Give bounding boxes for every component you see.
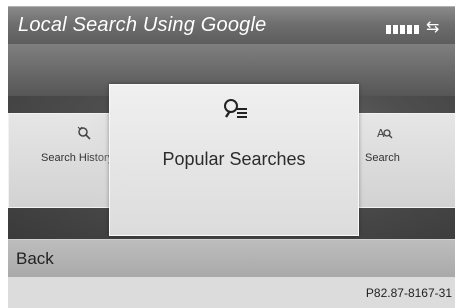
page-title: Local Search Using Google: [18, 14, 267, 36]
signal-strength-icon: [386, 25, 420, 34]
menu-item-label: Search: [365, 152, 400, 164]
back-button[interactable]: Back: [8, 239, 455, 278]
menu-item-label: Popular Searches: [162, 149, 306, 169]
search-icon: A: [377, 126, 393, 144]
reference-strip: P82.87-8167-31: [8, 277, 455, 308]
data-transfer-icon: ⇆: [426, 17, 440, 36]
title-bar: Local Search Using Google ⇆: [8, 6, 455, 45]
reference-code: P82.87-8167-31: [365, 286, 452, 300]
menu-item-popular-searches[interactable]: Popular Searches: [109, 84, 359, 236]
popular-searches-icon: [222, 97, 248, 121]
navigation-screen: Local Search Using Google ⇆ Search Histo…: [0, 0, 455, 308]
back-label: Back: [16, 249, 54, 268]
